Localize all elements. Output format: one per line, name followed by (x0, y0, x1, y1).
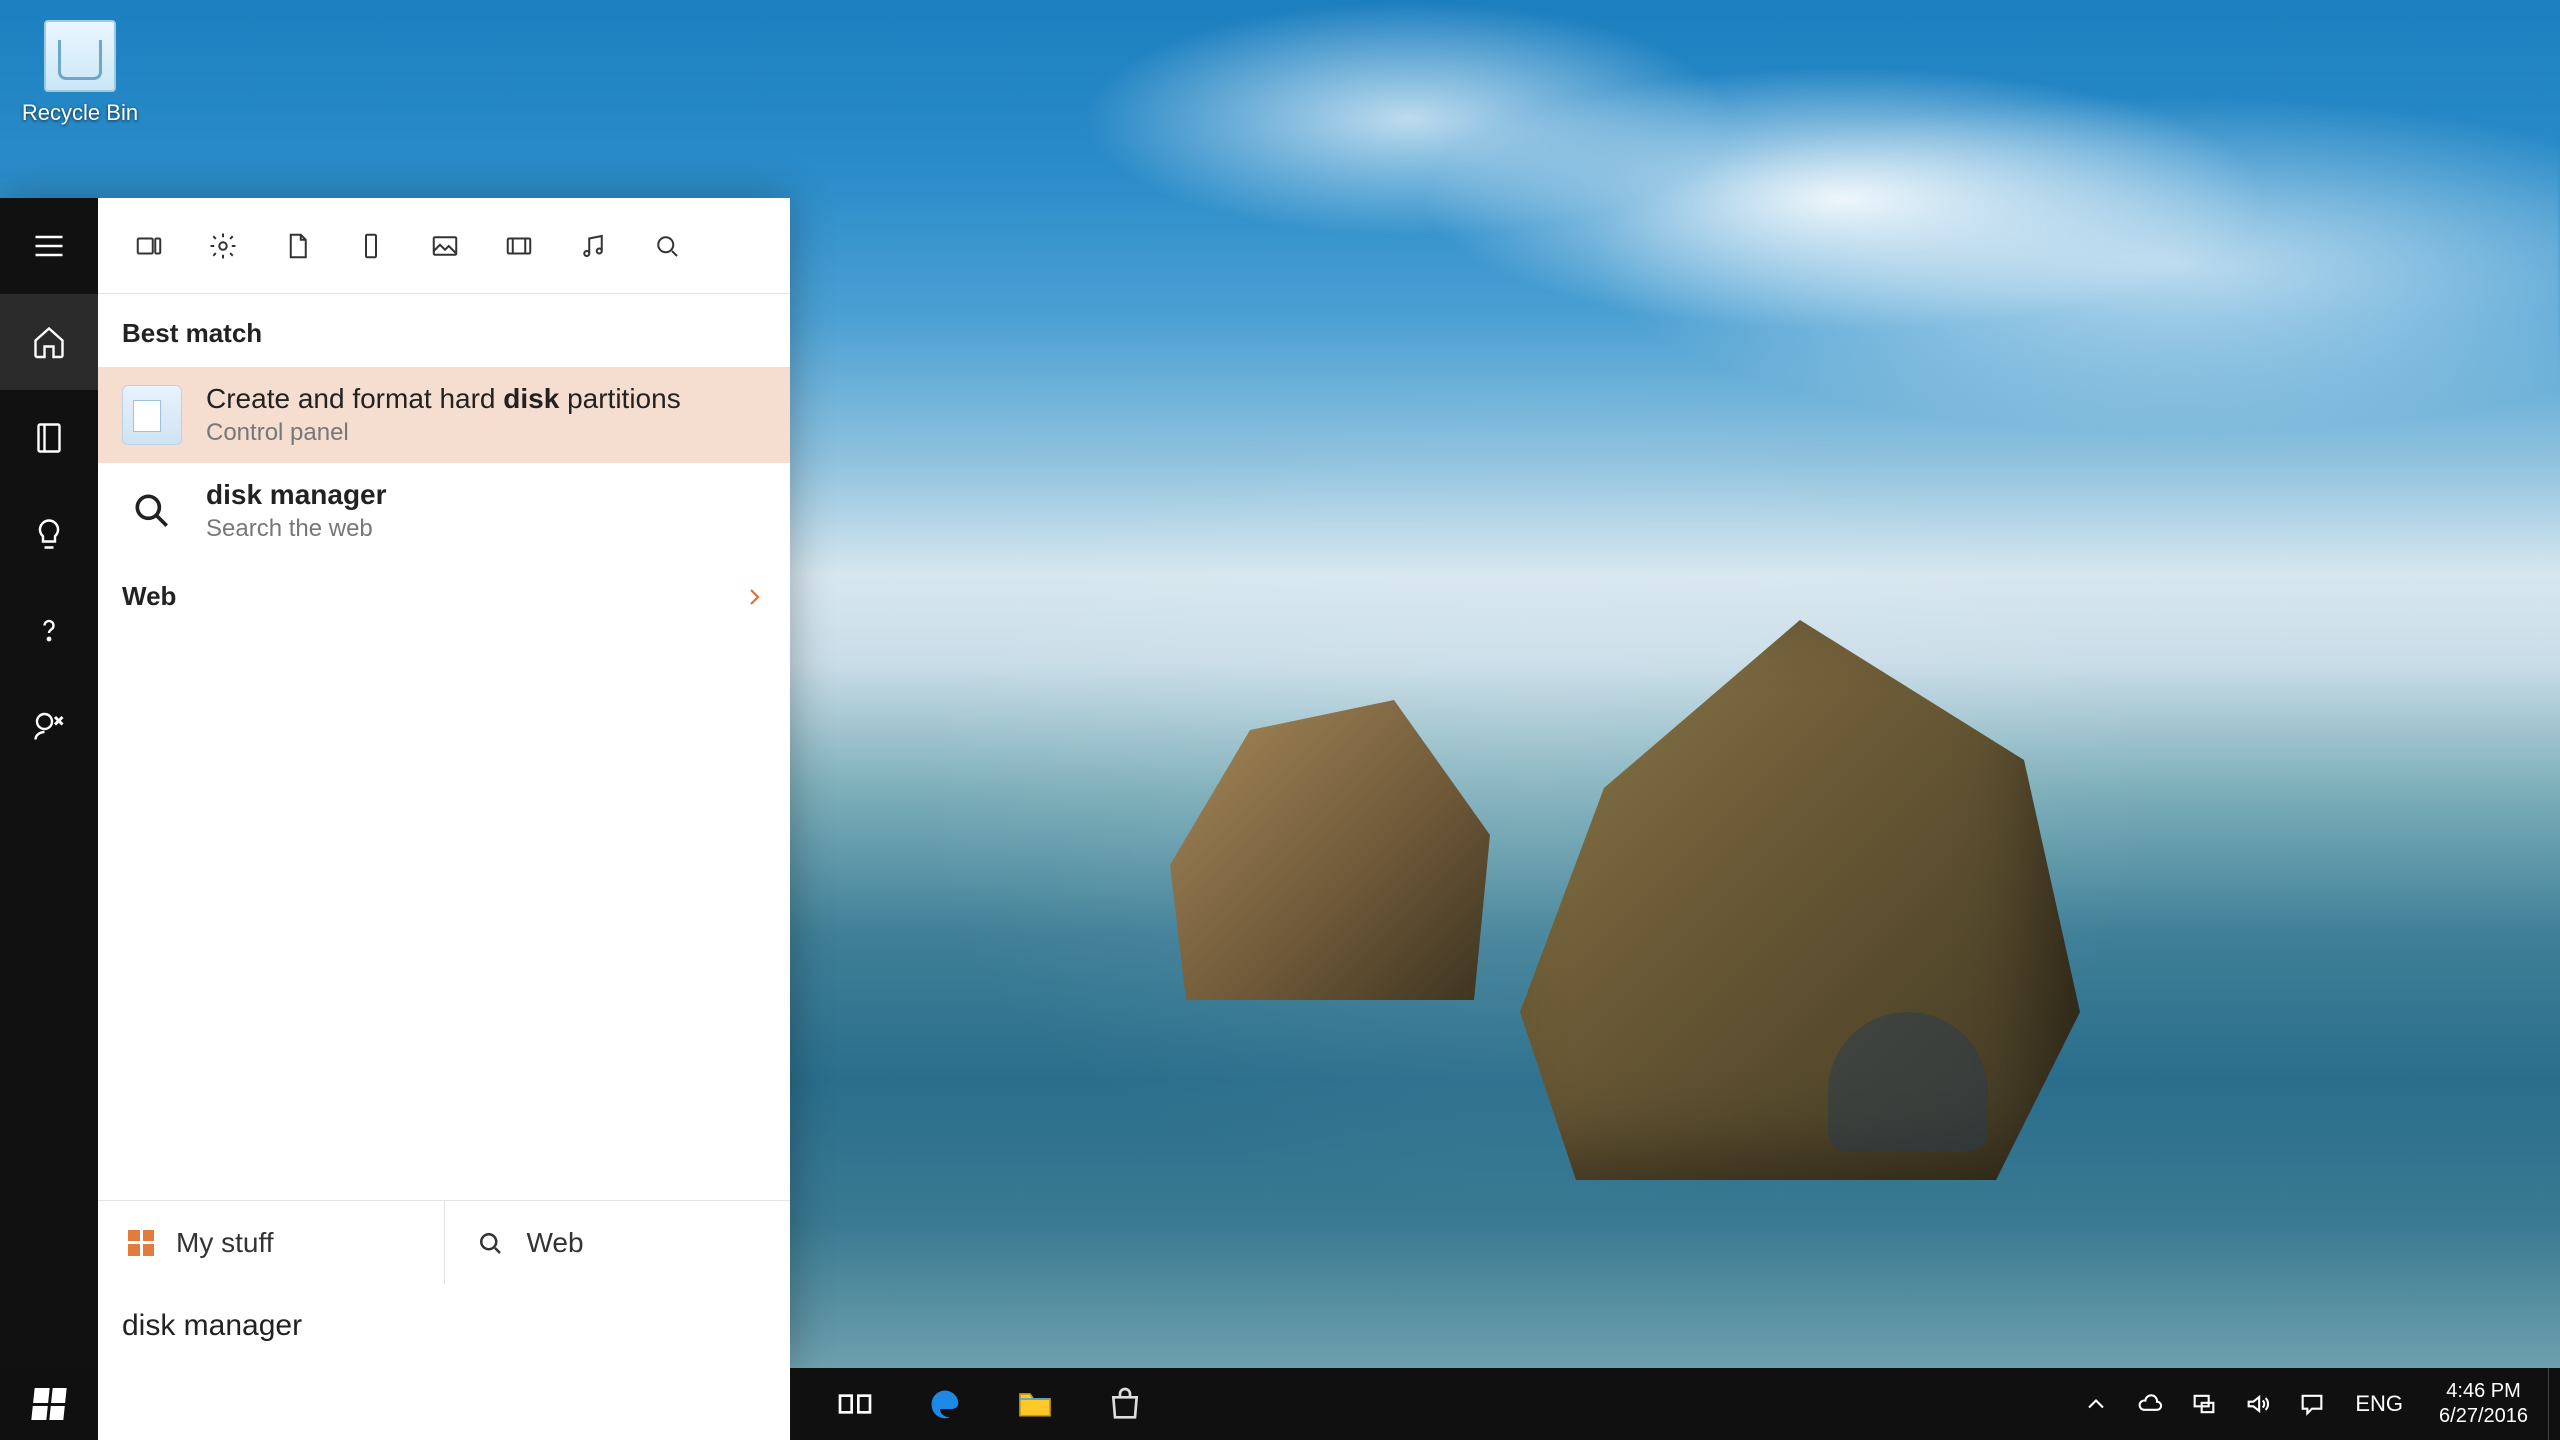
scope-web[interactable]: Web (445, 1201, 791, 1284)
recycle-bin-label: Recycle Bin (22, 100, 138, 125)
clock-date: 6/27/2016 (2439, 1404, 2528, 1429)
document-icon (282, 231, 312, 261)
photo-icon (430, 231, 460, 261)
show-desktop-button[interactable] (2548, 1368, 2560, 1440)
gear-icon (208, 231, 238, 261)
question-icon (31, 612, 67, 648)
taskbar-clock[interactable]: 4:46 PM 6/27/2016 (2419, 1379, 2548, 1429)
result-subtitle: Control panel (206, 419, 681, 447)
result-title: disk manager (206, 479, 387, 511)
taskbar: ENG 4:46 PM 6/27/2016 (0, 1368, 2560, 1440)
chevron-up-icon (2082, 1390, 2110, 1418)
recycle-bin-icon (44, 20, 116, 92)
lightbulb-icon (31, 516, 67, 552)
folder-icon (1015, 1384, 1055, 1424)
filter-web[interactable] (650, 229, 684, 263)
control-panel-icon (122, 385, 182, 445)
apps-icon (134, 231, 164, 261)
action-center-icon (2298, 1390, 2326, 1418)
filter-row (98, 198, 790, 294)
result-title: Create and format hard disk partitions (206, 383, 681, 415)
search-icon (122, 481, 182, 541)
clock-time: 4:46 PM (2439, 1379, 2528, 1404)
search-input[interactable] (122, 1309, 766, 1343)
edge-icon (925, 1384, 965, 1424)
filter-phone[interactable] (354, 229, 388, 263)
task-view-icon (835, 1384, 875, 1424)
filter-photos[interactable] (428, 229, 462, 263)
result-best-match[interactable]: Create and format hard disk partitions C… (98, 367, 790, 463)
phone-icon (356, 231, 386, 261)
windows-logo-icon (31, 1388, 66, 1420)
filter-settings[interactable] (206, 229, 240, 263)
speaker-icon (2244, 1390, 2272, 1418)
result-web-suggestion[interactable]: disk manager Search the web (98, 463, 790, 559)
tray-show-hidden[interactable] (2069, 1368, 2123, 1440)
result-subtitle: Search the web (206, 515, 387, 543)
notebook-icon (31, 420, 67, 456)
filter-apps[interactable] (132, 229, 166, 263)
tray-onedrive[interactable] (2123, 1368, 2177, 1440)
taskbar-store[interactable] (1080, 1368, 1170, 1440)
hamburger-icon (31, 228, 67, 264)
tray-network[interactable] (2177, 1368, 2231, 1440)
cortana-search-panel: Best match Create and format hard disk p… (0, 198, 790, 1368)
scope-bar: My stuff Web (98, 1200, 790, 1284)
web-section-header[interactable]: Web (98, 559, 790, 634)
search-icon (475, 1228, 505, 1258)
taskbar-search-host[interactable] (98, 1368, 790, 1440)
sidebar-notebook[interactable] (0, 390, 98, 486)
scope-my-stuff[interactable]: My stuff (98, 1201, 445, 1284)
feedback-icon (31, 708, 67, 744)
sidebar-home[interactable] (0, 294, 98, 390)
filter-music[interactable] (576, 229, 610, 263)
filter-documents[interactable] (280, 229, 314, 263)
search-icon (652, 231, 682, 261)
network-icon (2190, 1390, 2218, 1418)
start-button[interactable] (0, 1368, 98, 1440)
music-icon (578, 231, 608, 261)
filter-videos[interactable] (502, 229, 536, 263)
tray-volume[interactable] (2231, 1368, 2285, 1440)
cortana-results-panel: Best match Create and format hard disk p… (98, 198, 790, 1368)
chevron-right-icon (742, 585, 766, 609)
language-indicator[interactable]: ENG (2339, 1391, 2419, 1417)
cortana-sidebar (0, 198, 98, 1368)
sidebar-tips[interactable] (0, 486, 98, 582)
video-icon (504, 231, 534, 261)
cloud-icon (2136, 1390, 2164, 1418)
desktop-icon-recycle-bin[interactable]: Recycle Bin (20, 20, 140, 126)
web-label: Web (122, 581, 176, 612)
store-icon (1105, 1384, 1145, 1424)
tray-action-center[interactable] (2285, 1368, 2339, 1440)
taskbar-edge[interactable] (900, 1368, 990, 1440)
sidebar-help[interactable] (0, 582, 98, 678)
hamburger-button[interactable] (0, 198, 98, 294)
windows-logo-icon (128, 1230, 154, 1256)
scope-label: Web (527, 1227, 584, 1259)
home-icon (31, 324, 67, 360)
sidebar-feedback[interactable] (0, 678, 98, 774)
search-bar (98, 1284, 790, 1368)
section-best-match: Best match (98, 294, 790, 367)
taskbar-file-explorer[interactable] (990, 1368, 1080, 1440)
task-view-button[interactable] (810, 1368, 900, 1440)
scope-label: My stuff (176, 1227, 274, 1259)
